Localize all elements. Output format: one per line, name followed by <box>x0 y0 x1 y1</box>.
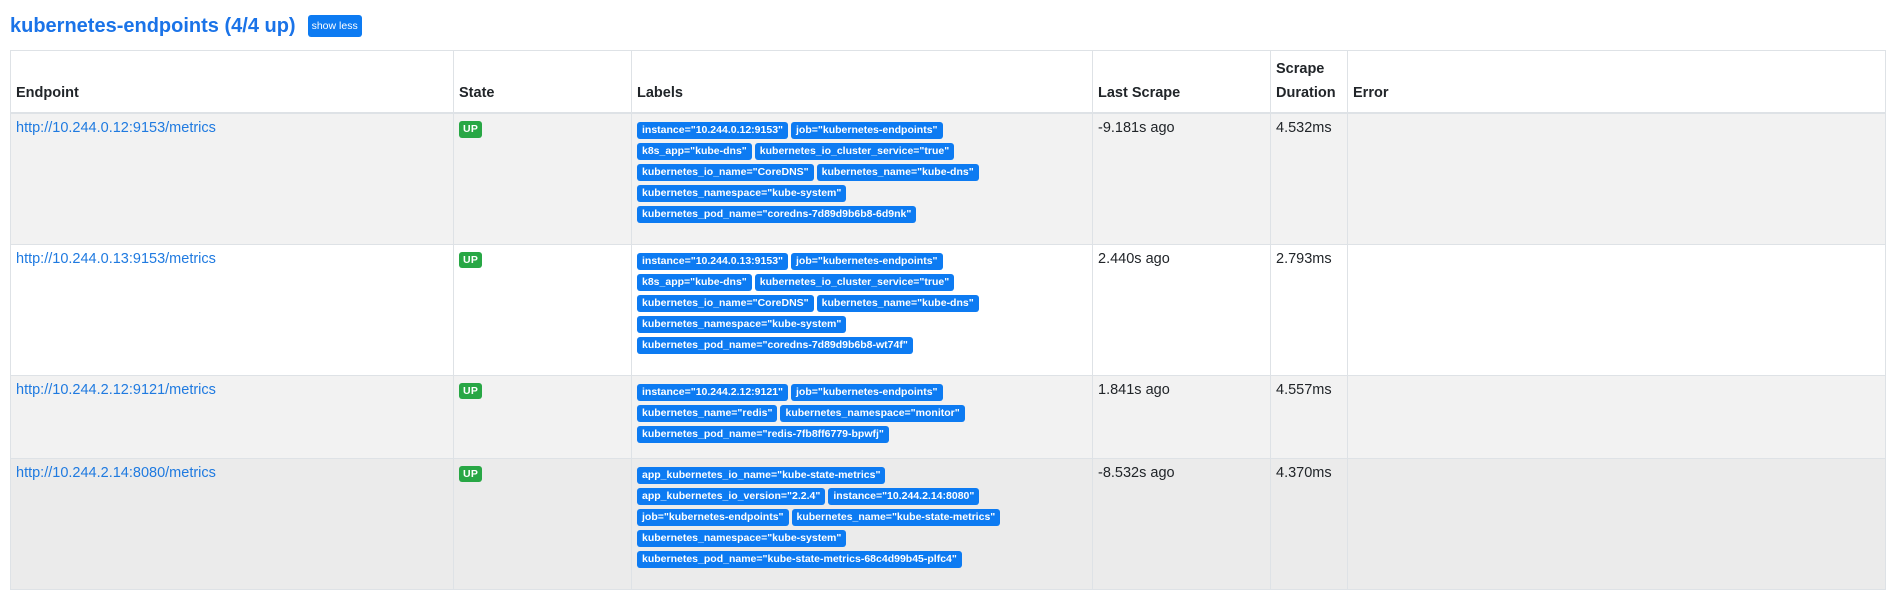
state-badge: UP <box>459 121 483 138</box>
endpoint-link[interactable]: http://10.244.0.12:9153/metrics <box>16 120 216 136</box>
scrape-duration-cell: 4.370ms <box>1270 457 1348 590</box>
column-header-last-scrape: Last Scrape <box>1092 50 1271 114</box>
section-title-link[interactable]: kubernetes-endpoints (4/4 up) <box>10 15 296 38</box>
state-cell: UP <box>453 112 632 245</box>
label-badge: kubernetes_name="redis" <box>637 404 778 422</box>
label-badge: kubernetes_name="kube-state-metrics" <box>791 508 1001 526</box>
labels-cell: app_kubernetes_io_name="kube-state-metri… <box>631 457 1093 590</box>
last-scrape-cell: -8.532s ago <box>1092 457 1271 590</box>
column-header-state: State <box>453 50 632 114</box>
last-scrape-value: -8.532s ago <box>1098 464 1175 481</box>
scrape-duration-cell: 4.532ms <box>1270 112 1348 245</box>
label-badge: job="kubernetes-endpoints" <box>791 122 943 139</box>
endpoint-cell: http://10.244.0.13:9153/metrics <box>10 243 454 376</box>
label-badge: kubernetes_namespace="kube-system" <box>637 529 847 547</box>
label-badge: kubernetes_io_cluster_service="true" <box>754 143 955 160</box>
label-badge: kubernetes_namespace="monitor" <box>780 404 965 422</box>
endpoint-link[interactable]: http://10.244.0.13:9153/metrics <box>16 251 216 267</box>
last-scrape-value: 2.440s ago <box>1098 250 1170 267</box>
error-cell <box>1347 457 1886 590</box>
scrape-duration-value: 2.793ms <box>1276 250 1332 267</box>
error-cell <box>1347 374 1886 459</box>
label-badge: instance="10.244.0.12:9153" <box>637 122 789 139</box>
column-header-error: Error <box>1347 50 1886 114</box>
label-badge: kubernetes_io_name="CoreDNS" <box>637 164 814 181</box>
label-badge: k8s_app="kube-dns" <box>637 143 752 160</box>
label-badge: k8s_app="kube-dns" <box>637 273 752 291</box>
table-row: http://10.244.0.13:9153/metrics UP insta… <box>10 243 1886 376</box>
endpoint-cell: http://10.244.2.12:9121/metrics <box>10 374 454 459</box>
label-badge: kubernetes_name="kube-dns" <box>816 164 979 181</box>
label-badge: kubernetes_pod_name="redis-7fb8ff6779-bp… <box>637 425 889 443</box>
endpoint-cell: http://10.244.0.12:9153/metrics <box>10 112 454 245</box>
table-row: http://10.244.2.14:8080/metrics UP app_k… <box>10 457 1886 590</box>
state-badge: UP <box>459 251 483 268</box>
state-cell: UP <box>453 243 632 376</box>
last-scrape-value: -9.181s ago <box>1098 120 1175 136</box>
last-scrape-cell: -9.181s ago <box>1092 112 1271 245</box>
error-cell <box>1347 243 1886 376</box>
label-badge: kubernetes_io_cluster_service="true" <box>754 273 955 291</box>
last-scrape-value: 1.841s ago <box>1098 381 1170 398</box>
state-cell: UP <box>453 457 632 590</box>
table-row: http://10.244.2.12:9121/metrics UP insta… <box>10 374 1886 459</box>
last-scrape-cell: 2.440s ago <box>1092 243 1271 376</box>
label-badge: kubernetes_pod_name="coredns-7d89d9b6b8-… <box>637 336 913 354</box>
label-badge: app_kubernetes_io_version="2.2.4" <box>637 487 826 505</box>
state-cell: UP <box>453 374 632 459</box>
scrape-duration-cell: 2.793ms <box>1270 243 1348 376</box>
labels-cell: instance="10.244.0.12:9153" job="kubernet… <box>631 112 1093 245</box>
endpoint-link[interactable]: http://10.244.2.14:8080/metrics <box>16 465 216 481</box>
targets-table: Endpoint State Labels Last Scrape Scrape… <box>10 50 1886 590</box>
error-cell <box>1347 112 1886 245</box>
scrape-duration-header-line1: Scrape <box>1276 61 1325 77</box>
scrape-duration-header-line2: Duration <box>1276 85 1336 101</box>
target-pool-section: kubernetes-endpoints (4/4 up) show less … <box>10 12 1886 590</box>
column-header-labels: Labels <box>631 50 1093 114</box>
scrape-duration-value: 4.370ms <box>1276 464 1332 481</box>
scrape-duration-cell: 4.557ms <box>1270 374 1348 459</box>
endpoint-cell: http://10.244.2.14:8080/metrics <box>10 457 454 590</box>
label-badge: instance="10.244.0.13:9153" <box>637 252 789 270</box>
label-badge: kubernetes_io_name="CoreDNS" <box>637 294 814 312</box>
labels-cell: instance="10.244.0.13:9153" job="kubernet… <box>631 243 1093 376</box>
column-header-endpoint: Endpoint <box>10 50 454 114</box>
label-badge: job="kubernetes-endpoints" <box>791 252 943 270</box>
scrape-duration-value: 4.557ms <box>1276 381 1332 398</box>
label-badge: kubernetes_pod_name="kube-state-metrics-… <box>637 550 962 568</box>
label-badge: kubernetes_pod_name="coredns-7d89d9b6b8-… <box>637 206 917 223</box>
label-badge: kubernetes_namespace="kube-system" <box>637 315 847 333</box>
section-header: kubernetes-endpoints (4/4 up) show less <box>10 12 1885 40</box>
labels-cell: instance="10.244.2.12:9121" job="kubernet… <box>631 374 1093 459</box>
table-row: http://10.244.0.12:9153/metrics UP insta… <box>10 112 1886 245</box>
scrape-duration-value: 4.532ms <box>1276 120 1332 136</box>
label-badge: app_kubernetes_io_name="kube-state-metri… <box>637 466 886 484</box>
label-badge: instance="10.244.2.12:9121" <box>637 383 789 401</box>
show-less-button[interactable]: show less <box>307 14 362 38</box>
last-scrape-cell: 1.841s ago <box>1092 374 1271 459</box>
column-header-scrape-duration: Scrape Duration <box>1270 50 1348 114</box>
label-badge: kubernetes_name="kube-dns" <box>816 294 979 312</box>
label-badge: instance="10.244.2.14:8080" <box>828 487 980 505</box>
state-badge: UP <box>459 465 483 482</box>
table-header-row: Endpoint State Labels Last Scrape Scrape… <box>10 50 1886 114</box>
label-badge: kubernetes_namespace="kube-system" <box>637 185 847 202</box>
endpoint-link[interactable]: http://10.244.2.12:9121/metrics <box>16 382 216 398</box>
state-badge: UP <box>459 382 483 399</box>
label-badge: job="kubernetes-endpoints" <box>637 508 789 526</box>
label-badge: job="kubernetes-endpoints" <box>791 383 943 401</box>
